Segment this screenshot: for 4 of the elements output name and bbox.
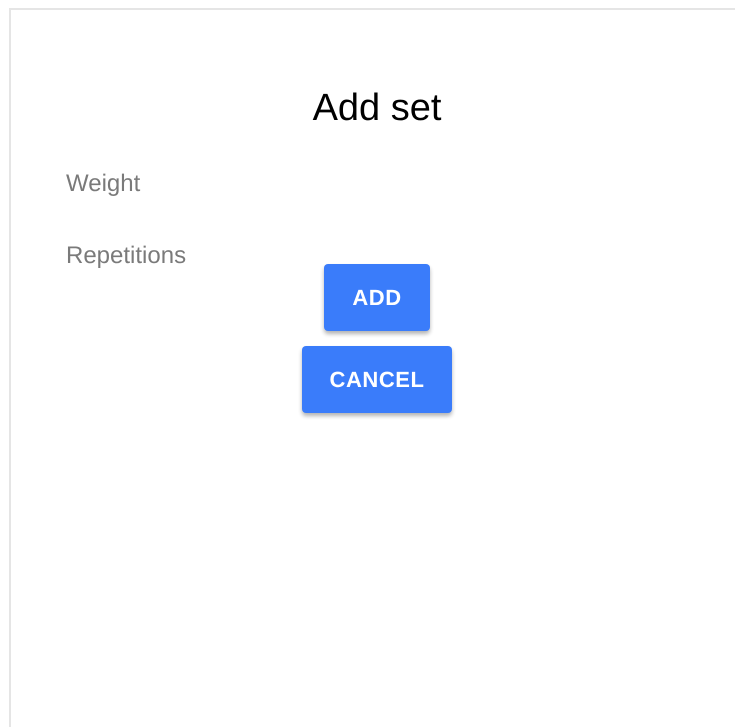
- add-button[interactable]: ADD: [324, 264, 430, 331]
- cancel-button[interactable]: CANCEL: [302, 346, 452, 413]
- input-field[interactable]: Weight: [66, 158, 366, 210]
- dialog-title: Add set: [312, 86, 442, 131]
